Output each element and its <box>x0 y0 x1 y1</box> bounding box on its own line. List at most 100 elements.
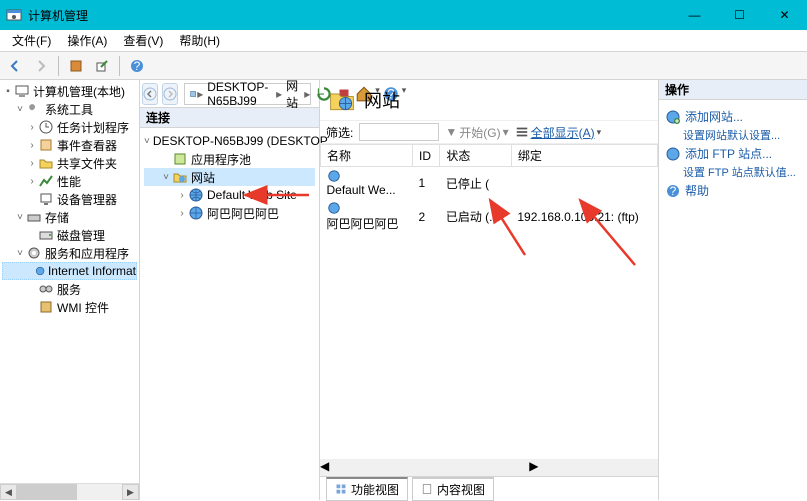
cnx-server-node[interactable]: ˅DESKTOP-N65BJ99 (DESKTOP <box>144 132 315 150</box>
center-column: 网站 筛选: ▼ 开始(G) ▾ 全部显示(A) ▾ 名称 ID 状态 绑定 <box>320 80 659 500</box>
cnx-default-site[interactable]: ›Default Web Site <box>144 186 315 204</box>
svg-text:?: ? <box>670 184 677 198</box>
table-scrollbar[interactable]: ◀ ▶ <box>320 459 658 476</box>
tree-services[interactable]: 服务 <box>2 280 137 298</box>
tree-task-scheduler[interactable]: ›任务计划程序 <box>2 118 137 136</box>
svg-text:?: ? <box>134 59 141 73</box>
action-help[interactable]: ?帮助 <box>665 180 801 201</box>
menu-help[interactable]: 帮助(H) <box>171 30 228 51</box>
device-icon <box>38 191 54 207</box>
action-ftp-defaults[interactable]: 设置 FTP 站点默认值... <box>665 164 801 180</box>
menu-file[interactable]: 文件(F) <box>4 30 59 51</box>
actions-pane: 操作 添加网站... 设置网站默认设置... 添加 FTP 站点... 设置 F… <box>659 80 807 500</box>
cnx-sites[interactable]: ˅网站 <box>144 168 315 186</box>
gear-icon <box>26 245 42 261</box>
sites-large-icon <box>328 86 356 114</box>
left-scrollbar[interactable]: ◀ ▶ <box>0 483 139 500</box>
left-nav-pane: ▪计算机管理(本地) ˅系统工具 ›任务计划程序 ›事件查看器 ›共享文件夹 ›… <box>0 80 140 500</box>
tree-systools[interactable]: ˅系统工具 <box>2 100 137 118</box>
apppool-icon <box>172 151 188 167</box>
forward-arrow-icon <box>34 59 48 73</box>
page-title: 网站 <box>364 87 400 113</box>
server-icon <box>189 87 197 101</box>
view-tabs: 功能视图 内容视图 <box>320 476 658 500</box>
menu-view[interactable]: 查看(V) <box>115 30 171 51</box>
iis-icon <box>35 263 45 279</box>
connections-header: 连接 <box>140 108 319 128</box>
tree-shared-folders[interactable]: ›共享文件夹 <box>2 154 137 172</box>
action-add-site[interactable]: 添加网站... <box>665 106 801 127</box>
filter-start[interactable]: 开始(G) <box>459 124 500 141</box>
tree-performance[interactable]: ›性能 <box>2 172 137 190</box>
tree-event-viewer[interactable]: ›事件查看器 <box>2 136 137 154</box>
properties-button[interactable] <box>65 55 87 77</box>
window-titlebar: 计算机管理 — ☐ ✕ <box>0 0 807 30</box>
scroll-left-button[interactable]: ◀ <box>0 484 17 500</box>
globe-icon <box>327 169 341 183</box>
sites-table-wrap: 名称 ID 状态 绑定 Default We... 1 已停止 ( <box>320 144 658 500</box>
cnx-apppools[interactable]: 应用程序池 <box>144 150 315 168</box>
filter-input[interactable] <box>359 123 439 141</box>
minimize-button[interactable]: — <box>672 0 717 30</box>
clock-icon <box>38 119 54 135</box>
table-row[interactable]: Default We... 1 已停止 ( <box>321 167 658 200</box>
disk-icon <box>38 227 54 243</box>
table-row[interactable]: 阿巴阿巴阿巴 2 已启动 (... 192.168.0.105:21: (ftp… <box>321 199 658 234</box>
back-arrow-icon <box>8 59 22 73</box>
help-button[interactable]: ? <box>126 55 148 77</box>
scroll-right-button[interactable]: ▶ <box>122 484 139 500</box>
tree-iis[interactable]: Internet Informat <box>2 262 137 280</box>
export-button[interactable] <box>91 55 113 77</box>
wmi-icon <box>38 299 54 315</box>
scroll-right-button[interactable]: ▶ <box>529 459 538 476</box>
col-state[interactable]: 状态 <box>440 145 512 167</box>
back-button[interactable] <box>4 55 26 77</box>
tree-disk-management[interactable]: 磁盘管理 <box>2 226 137 244</box>
cnx-custom-site[interactable]: ›阿巴阿巴阿巴 <box>144 204 315 222</box>
computer-icon <box>14 83 30 99</box>
connections-pane: ▸ DESKTOP-N65BJ99 ▸ 网站 ▸ ▾ ? ▾ 连接 ˅DESKT… <box>140 80 320 500</box>
tree-wmi[interactable]: WMI 控件 <box>2 298 137 316</box>
breadcrumb-path[interactable]: ▸ DESKTOP-N65BJ99 ▸ 网站 ▸ <box>184 83 311 105</box>
forward-icon <box>163 87 177 101</box>
toolbar-separator <box>119 56 120 76</box>
tree-device-manager[interactable]: 设备管理器 <box>2 190 137 208</box>
showall-icon <box>515 125 529 139</box>
menu-action[interactable]: 操作(A) <box>59 30 115 51</box>
breadcrumb-forward[interactable] <box>162 83 178 105</box>
services-icon <box>38 281 54 297</box>
event-icon <box>38 137 54 153</box>
help-icon: ? <box>665 183 681 199</box>
close-button[interactable]: ✕ <box>762 0 807 30</box>
wrench-icon <box>26 101 42 117</box>
globe-icon <box>188 205 204 221</box>
tree-services-apps[interactable]: ˅服务和应用程序 <box>2 244 137 262</box>
col-id[interactable]: ID <box>412 145 439 167</box>
maximize-button[interactable]: ☐ <box>717 0 762 30</box>
scroll-left-button[interactable]: ◀ <box>320 459 329 476</box>
col-name[interactable]: 名称 <box>321 145 413 167</box>
forward-button[interactable] <box>30 55 52 77</box>
filter-bar: 筛选: ▼ 开始(G) ▾ 全部显示(A) ▾ <box>320 120 658 144</box>
sites-folder-icon <box>172 169 188 185</box>
performance-icon <box>38 173 54 189</box>
globe-add-icon <box>665 109 681 125</box>
properties-icon <box>69 59 83 73</box>
breadcrumb-back[interactable] <box>142 83 158 105</box>
connections-tree: ˅DESKTOP-N65BJ99 (DESKTOP 应用程序池 ˅网站 ›Def… <box>140 128 319 500</box>
action-site-defaults[interactable]: 设置网站默认设置... <box>665 127 801 143</box>
tab-content[interactable]: 内容视图 <box>412 477 494 501</box>
tree-root[interactable]: ▪计算机管理(本地) <box>2 82 137 100</box>
actions-header: 操作 <box>659 80 807 100</box>
action-add-ftp[interactable]: 添加 FTP 站点... <box>665 143 801 164</box>
tab-features[interactable]: 功能视图 <box>326 477 408 501</box>
col-binding[interactable]: 绑定 <box>511 145 657 167</box>
filter-showall[interactable]: 全部显示(A) <box>531 124 595 141</box>
toolbar-separator <box>58 56 59 76</box>
filter-label: 筛选: <box>326 124 353 141</box>
content-icon <box>421 483 433 495</box>
tree-storage[interactable]: ˅存储 <box>2 208 137 226</box>
management-tree: ▪计算机管理(本地) ˅系统工具 ›任务计划程序 ›事件查看器 ›共享文件夹 ›… <box>0 80 139 318</box>
scroll-thumb[interactable] <box>17 484 77 500</box>
menubar: 文件(F) 操作(A) 查看(V) 帮助(H) <box>0 30 807 52</box>
